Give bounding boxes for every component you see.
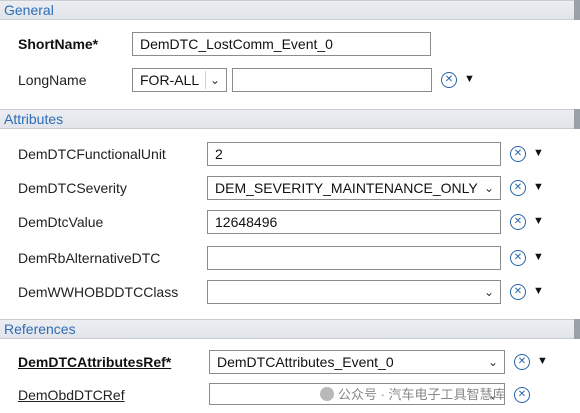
- rb-alternative-dtc-input[interactable]: [207, 246, 501, 270]
- wrench-tool-icon[interactable]: ✕: [510, 146, 526, 162]
- section-header-general[interactable]: General: [0, 0, 580, 20]
- severity-value: DEM_SEVERITY_MAINTENANCE_ONLY: [215, 180, 478, 196]
- chevron-down-icon[interactable]: ⌄: [205, 71, 224, 89]
- wechat-icon: [320, 387, 334, 401]
- dtc-attributes-ref-select[interactable]: DemDTCAttributes_Event_0 ⌄: [209, 350, 505, 374]
- dtc-attributes-ref-label[interactable]: DemDTCAttributesRef*: [18, 354, 171, 370]
- functional-unit-label: DemDTCFunctionalUnit: [18, 146, 166, 162]
- wrench-tool-icon[interactable]: ✕: [441, 72, 457, 88]
- dropdown-arrow-icon[interactable]: ▼: [464, 73, 475, 85]
- dtc-attributes-ref-actions: ✕ ▼: [514, 352, 552, 374]
- section-edge: [574, 319, 580, 339]
- obd-dtc-ref-actions: ✕: [514, 385, 552, 407]
- chevron-down-icon[interactable]: ⌄: [480, 179, 498, 197]
- chevron-down-icon[interactable]: ⌄: [484, 353, 502, 371]
- dropdown-arrow-icon[interactable]: ▼: [533, 215, 544, 227]
- long-name-input[interactable]: [232, 68, 432, 92]
- section-edge: [574, 109, 580, 129]
- functional-unit-actions: ✕ ▼: [510, 144, 548, 166]
- dtc-attributes-ref-value: DemDTCAttributes_Event_0: [217, 354, 394, 370]
- section-title-references: References: [4, 321, 76, 337]
- section-title-general: General: [4, 2, 54, 18]
- wwhobd-dtc-class-select[interactable]: ⌄: [207, 280, 501, 304]
- short-name-input[interactable]: DemDTC_LostComm_Event_0: [132, 32, 431, 56]
- wrench-tool-icon[interactable]: ✕: [514, 387, 530, 403]
- wwhobd-dtc-class-actions: ✕ ▼: [510, 282, 548, 304]
- dropdown-arrow-icon[interactable]: ▼: [533, 147, 544, 159]
- functional-unit-input[interactable]: 2: [207, 142, 501, 166]
- long-name-language-select[interactable]: FOR-ALL ⌄: [132, 68, 227, 92]
- dtc-value-input[interactable]: 12648496: [207, 210, 501, 234]
- wrench-tool-icon[interactable]: ✕: [514, 354, 530, 370]
- wrench-tool-icon[interactable]: ✕: [510, 180, 526, 196]
- section-edge: [574, 0, 580, 20]
- dropdown-arrow-icon[interactable]: ▼: [537, 355, 548, 367]
- watermark-text: 公众号 · 汽车电子工具智慧库: [338, 387, 506, 402]
- wrench-tool-icon[interactable]: ✕: [510, 250, 526, 266]
- dtc-value-actions: ✕ ▼: [510, 212, 548, 234]
- watermark: 公众号 · 汽车电子工具智慧库: [320, 384, 506, 403]
- rb-alternative-dtc-actions: ✕ ▼: [510, 248, 548, 270]
- section-title-attributes: Attributes: [4, 111, 64, 127]
- obd-dtc-ref-label[interactable]: DemObdDTCRef: [18, 387, 125, 403]
- wrench-tool-icon[interactable]: ✕: [510, 214, 526, 230]
- wwhobd-dtc-class-label: DemWWHOBDDTCClass: [18, 284, 179, 300]
- long-name-language-value: FOR-ALL: [140, 72, 200, 88]
- long-name-label: LongName: [18, 72, 87, 88]
- dropdown-arrow-icon[interactable]: ▼: [533, 251, 544, 263]
- rb-alternative-dtc-label: DemRbAlternativeDTC: [18, 250, 161, 266]
- chevron-down-icon[interactable]: ⌄: [480, 283, 498, 301]
- severity-select[interactable]: DEM_SEVERITY_MAINTENANCE_ONLY ⌄: [207, 176, 501, 200]
- section-header-attributes[interactable]: Attributes: [0, 109, 580, 129]
- dtc-value-label: DemDtcValue: [18, 214, 104, 230]
- dropdown-arrow-icon[interactable]: ▼: [533, 285, 544, 297]
- wrench-tool-icon[interactable]: ✕: [510, 284, 526, 300]
- short-name-label: ShortName*: [18, 36, 99, 52]
- long-name-actions: ✕ ▼: [441, 70, 479, 92]
- dropdown-arrow-icon[interactable]: ▼: [533, 181, 544, 193]
- severity-actions: ✕ ▼: [510, 178, 548, 200]
- section-header-references[interactable]: References: [0, 319, 580, 339]
- severity-label: DemDTCSeverity: [18, 180, 127, 196]
